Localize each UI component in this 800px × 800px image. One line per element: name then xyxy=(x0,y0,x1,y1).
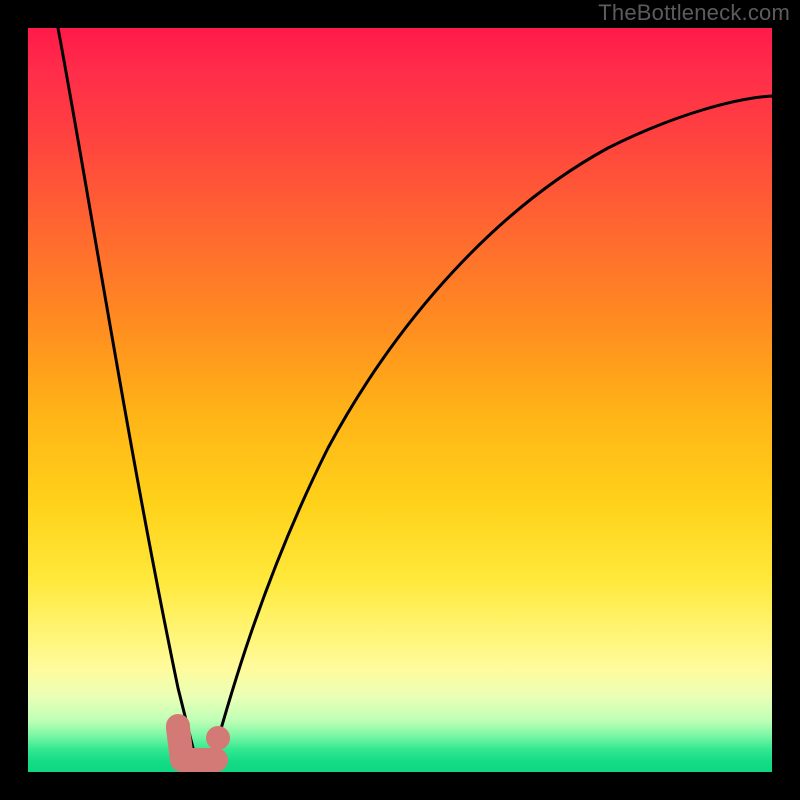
curve-layer xyxy=(28,28,772,772)
l-marker-dot-left xyxy=(166,714,190,738)
bottleneck-curve xyxy=(58,28,772,768)
plot-area xyxy=(28,28,772,772)
watermark-text: TheBottleneck.com xyxy=(598,0,790,26)
chart-frame: TheBottleneck.com xyxy=(0,0,800,800)
l-marker-dot-right xyxy=(206,726,230,750)
